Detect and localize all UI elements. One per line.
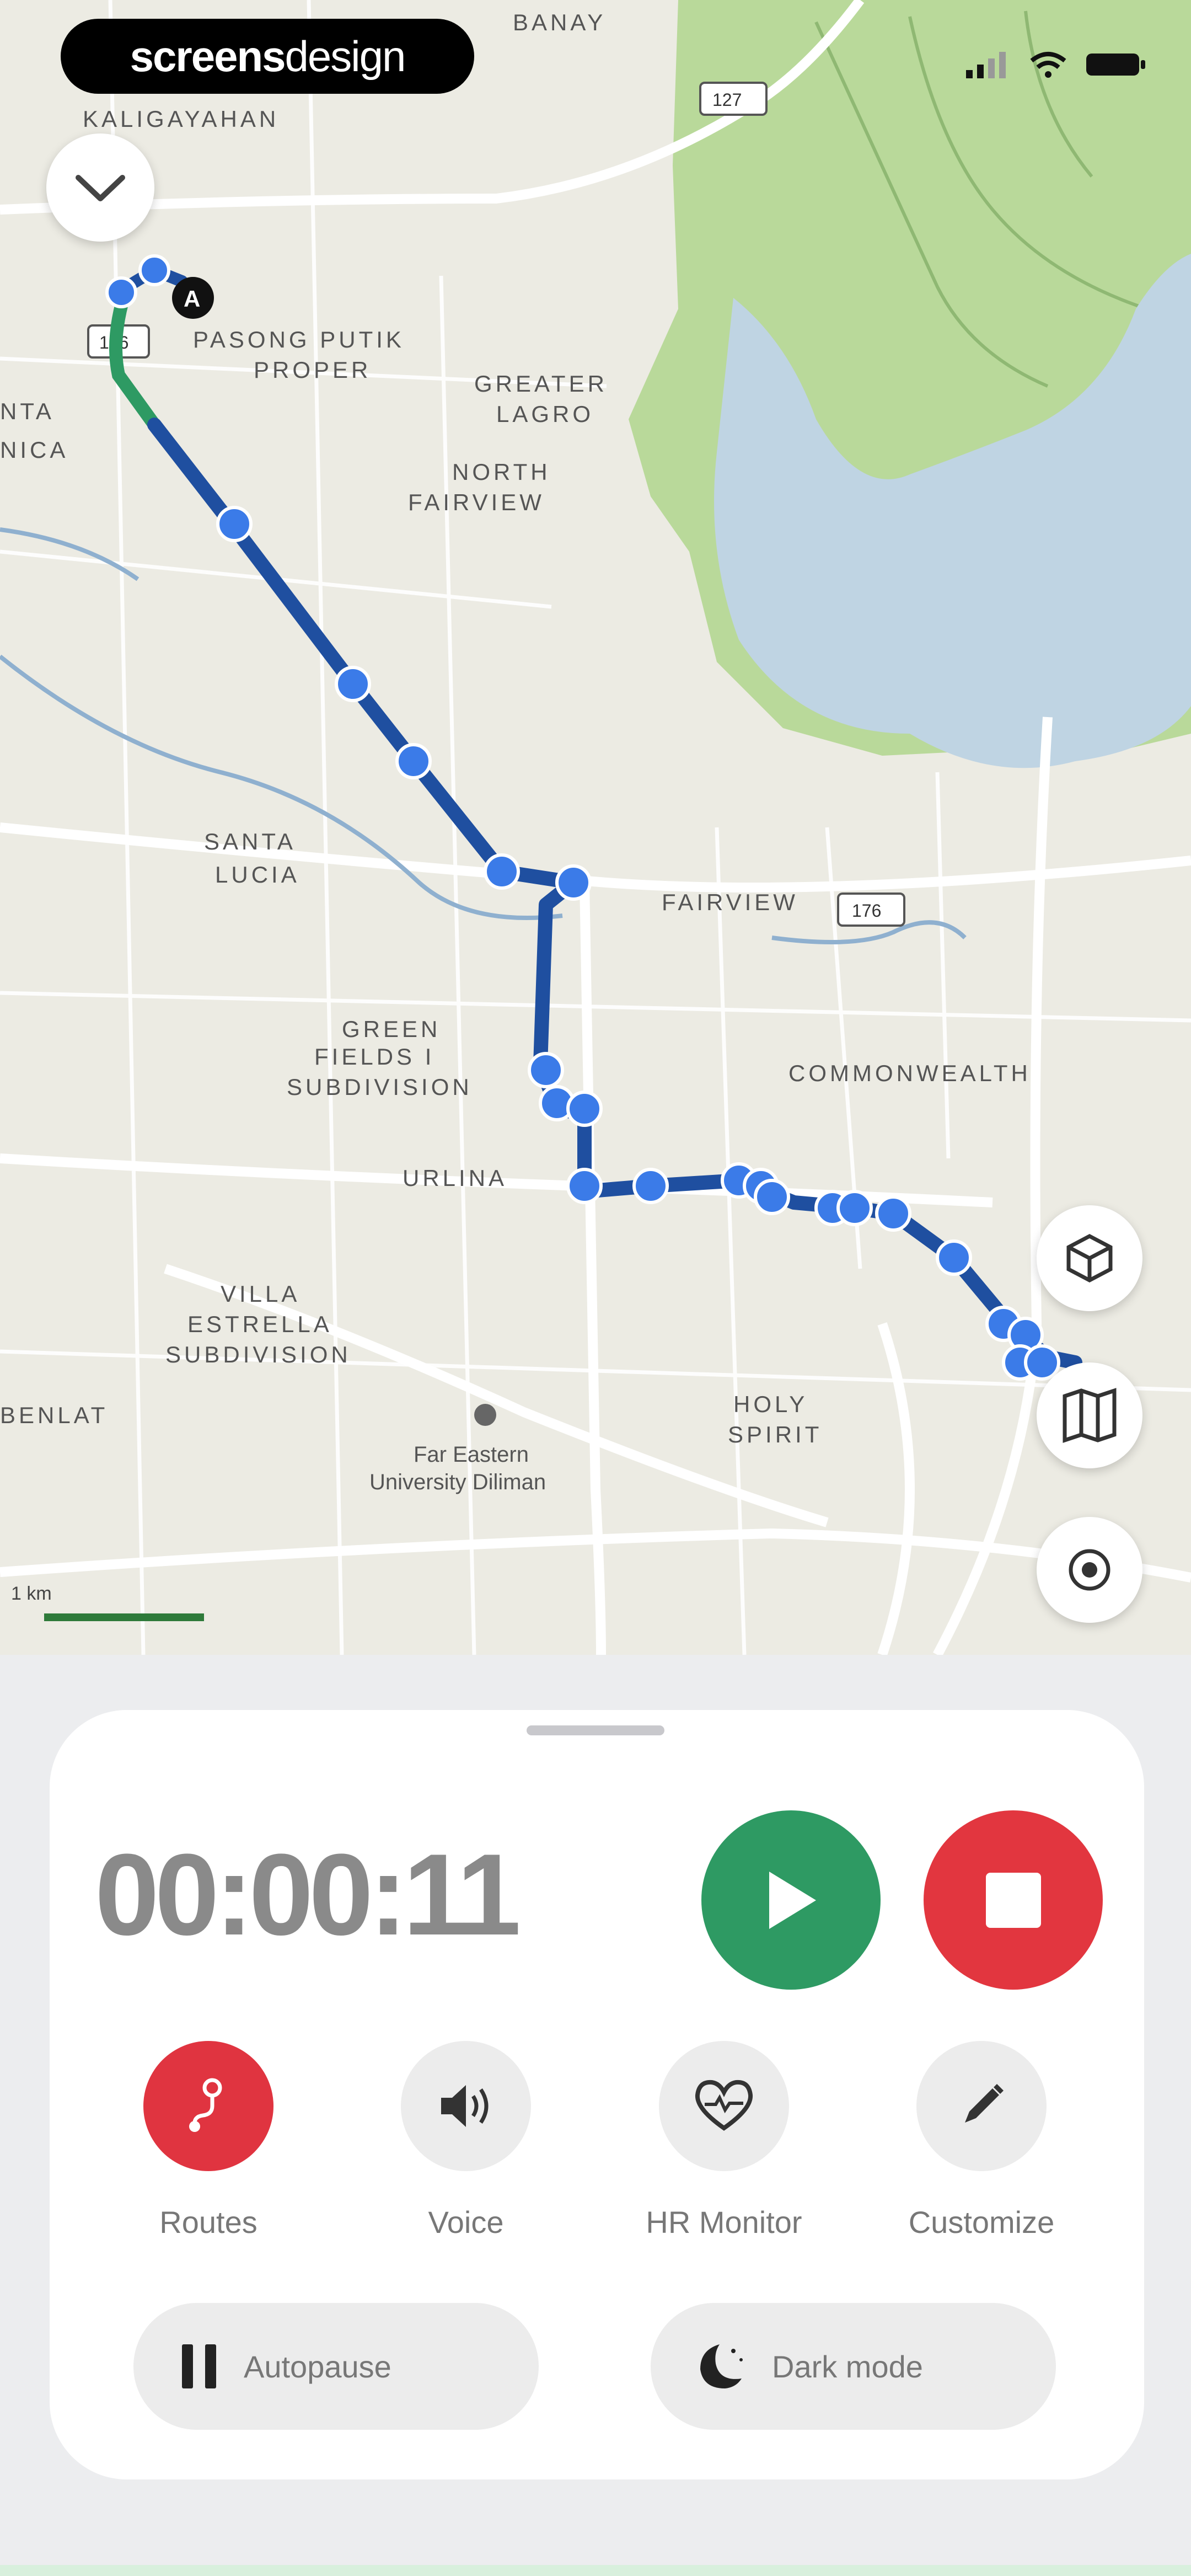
map-layers-button[interactable] bbox=[1037, 1205, 1142, 1311]
route-marker bbox=[555, 864, 592, 901]
map-label: NICA bbox=[0, 437, 68, 463]
layers-icon bbox=[1066, 1234, 1113, 1282]
voice-action[interactable]: Voice bbox=[356, 2041, 576, 2240]
map-label: FIELDS I bbox=[314, 1044, 434, 1070]
route-marker bbox=[528, 1052, 564, 1088]
autopause-toggle[interactable]: Autopause bbox=[133, 2303, 539, 2430]
stop-icon bbox=[985, 1872, 1041, 1928]
map-label: NORTH bbox=[452, 459, 551, 485]
recenter-button[interactable] bbox=[1037, 1517, 1142, 1623]
map-label: SUBDIVISION bbox=[165, 1342, 351, 1367]
autopause-label: Autopause bbox=[244, 2349, 391, 2384]
routes-label: Routes bbox=[159, 2205, 257, 2240]
bottom-edge bbox=[0, 2565, 1191, 2576]
route-marker bbox=[216, 506, 253, 542]
collapse-button[interactable] bbox=[46, 133, 154, 242]
battery-icon bbox=[1086, 54, 1145, 76]
map-label: COMMONWEALTH bbox=[788, 1060, 1031, 1086]
dark-mode-label: Dark mode bbox=[772, 2349, 923, 2384]
voice-label: Voice bbox=[428, 2205, 504, 2240]
watermark-text-light: design bbox=[285, 31, 406, 81]
route-marker bbox=[566, 1168, 603, 1204]
status-bar bbox=[966, 51, 1147, 78]
start-marker-label: A bbox=[184, 286, 200, 312]
voice-button[interactable] bbox=[401, 2041, 531, 2171]
watermark-text-bold: screens bbox=[130, 31, 286, 81]
map-label: KALIGAYAHAN bbox=[83, 106, 279, 132]
dark-mode-toggle[interactable]: Dark mode bbox=[651, 2303, 1056, 2430]
route-marker bbox=[566, 1091, 603, 1127]
play-icon bbox=[769, 1871, 816, 1929]
map-label: HOLY bbox=[733, 1391, 808, 1417]
map-label: VILLA bbox=[221, 1281, 300, 1307]
routes-button[interactable] bbox=[143, 2041, 273, 2171]
map-label: SUBDIVISION bbox=[287, 1074, 473, 1100]
chevron-down-icon bbox=[76, 175, 125, 201]
wifi-icon bbox=[1030, 52, 1066, 78]
heart-icon bbox=[695, 2080, 753, 2131]
route-marker bbox=[105, 276, 137, 308]
map-label: PROPER bbox=[254, 357, 371, 383]
customize-action[interactable]: Customize bbox=[871, 2041, 1092, 2240]
university-marker bbox=[474, 1404, 496, 1426]
hr-monitor-label: HR Monitor bbox=[646, 2205, 802, 2240]
map-label: PASONG PUTIK bbox=[193, 327, 405, 352]
road-shield: 127 bbox=[712, 90, 742, 110]
road-shield: 176 bbox=[852, 901, 881, 921]
map-label: FAIRVIEW bbox=[662, 889, 798, 915]
map-label: NTA bbox=[0, 398, 55, 424]
hr-monitor-action[interactable]: HR Monitor bbox=[614, 2041, 834, 2240]
map-label: GREATER bbox=[474, 371, 608, 397]
map-label: URLINA bbox=[403, 1165, 507, 1191]
stop-button[interactable] bbox=[924, 1810, 1103, 1990]
map-label: BANAY bbox=[513, 9, 606, 35]
watermark-logo: screens design bbox=[61, 19, 474, 94]
map-view-button[interactable] bbox=[1037, 1362, 1142, 1468]
route-marker bbox=[632, 1168, 669, 1204]
route-marker bbox=[138, 254, 170, 286]
map[interactable]: KALIGAYAHAN PASONG PUTIK PROPER GREATER … bbox=[0, 0, 1191, 1655]
route-marker bbox=[484, 853, 520, 890]
map-label: Far Eastern bbox=[414, 1442, 529, 1467]
location-target-icon bbox=[1069, 1549, 1110, 1591]
cellular-signal-icon bbox=[966, 52, 1006, 78]
map-label: ESTRELLA bbox=[187, 1311, 332, 1337]
map-label: SANTA bbox=[204, 829, 296, 854]
moon-icon bbox=[700, 2344, 743, 2388]
elapsed-timer: 00:00:11 bbox=[95, 1830, 521, 1959]
pencil-icon bbox=[965, 2084, 1004, 2123]
map-scale-bar bbox=[44, 1613, 204, 1621]
customize-button[interactable] bbox=[916, 2041, 1047, 2171]
map-label: LAGRO bbox=[496, 401, 594, 427]
hr-monitor-button[interactable] bbox=[659, 2041, 789, 2171]
routes-action[interactable]: Routes bbox=[98, 2041, 319, 2240]
route-marker bbox=[335, 666, 371, 702]
route-marker bbox=[936, 1239, 972, 1276]
map-label: FAIRVIEW bbox=[408, 489, 545, 515]
speaker-icon bbox=[441, 2085, 489, 2127]
map-icon bbox=[1063, 1388, 1117, 1443]
map-label: SPIRIT bbox=[728, 1421, 822, 1447]
customize-label: Customize bbox=[908, 2205, 1055, 2240]
route-marker bbox=[1024, 1344, 1060, 1381]
route-marker bbox=[836, 1190, 873, 1226]
route-marker bbox=[395, 743, 432, 779]
map-label: University Diliman bbox=[369, 1470, 546, 1494]
routes-icon bbox=[189, 2078, 222, 2132]
pause-icon bbox=[182, 2344, 216, 2388]
play-button[interactable] bbox=[701, 1810, 881, 1990]
map-scale-label: 1 km bbox=[11, 1583, 52, 1604]
map-label: GREEN bbox=[342, 1016, 441, 1042]
map-label: BENLAT bbox=[0, 1402, 108, 1428]
map-label: LUCIA bbox=[215, 862, 300, 888]
route-marker bbox=[754, 1179, 790, 1215]
drag-handle[interactable] bbox=[527, 1725, 664, 1735]
route-marker bbox=[875, 1195, 911, 1232]
